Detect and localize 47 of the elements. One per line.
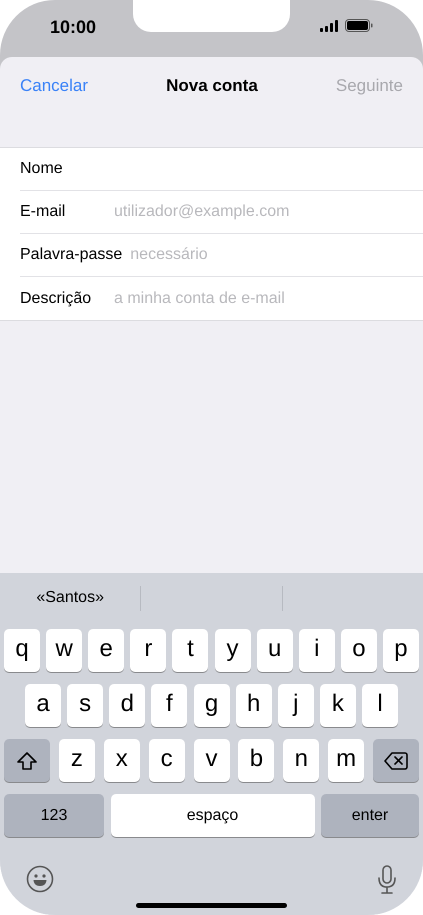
key[interactable]: l [362, 684, 398, 727]
field-label: Descrição [20, 288, 92, 308]
key[interactable]: t [172, 629, 208, 672]
input-field[interactable]: a minha conta de e-mail [114, 286, 423, 310]
key[interactable]: f [151, 684, 188, 727]
key[interactable]: h [236, 684, 272, 727]
key[interactable]: i [298, 629, 335, 672]
battery-icon [345, 19, 373, 32]
space-key[interactable]: espaço [110, 794, 314, 837]
emoji-icon[interactable] [26, 865, 54, 893]
key[interactable]: b [238, 739, 274, 782]
key[interactable]: g [194, 684, 230, 727]
key[interactable]: r [130, 629, 166, 672]
key[interactable]: o [340, 629, 377, 672]
key[interactable]: p [382, 629, 419, 672]
field-label: Palavra-passe [20, 245, 122, 265]
input-field[interactable]: utilizador@example.com [114, 200, 423, 224]
key[interactable]: d [109, 684, 146, 727]
screen-title: Nova conta [166, 74, 258, 97]
suggestion[interactable]: «Santos» [36, 586, 104, 610]
key[interactable]: n [283, 739, 320, 782]
status-time: 10:00 [50, 16, 96, 39]
key[interactable]: y [214, 629, 251, 672]
key[interactable]: x [104, 739, 140, 782]
key[interactable]: c [148, 739, 185, 782]
key[interactable]: k [320, 684, 356, 727]
delete-key[interactable] [373, 739, 419, 782]
key[interactable]: u [256, 629, 293, 672]
field-label: E-mail [20, 202, 66, 222]
key[interactable]: s [67, 684, 104, 727]
key[interactable]: v [194, 739, 230, 782]
field-label: Nome [20, 159, 64, 179]
numbers-key[interactable]: 123 [4, 794, 104, 837]
enter-key[interactable]: enter [321, 794, 419, 837]
delete-icon [384, 752, 408, 770]
shift-key[interactable] [4, 739, 50, 782]
key[interactable]: q [4, 629, 40, 672]
microphone-icon[interactable] [377, 865, 397, 895]
key[interactable]: a [25, 684, 61, 727]
key[interactable]: m [328, 739, 364, 782]
shift-icon [16, 750, 38, 770]
key[interactable]: e [88, 629, 124, 672]
key[interactable]: z [58, 739, 95, 782]
signal-icon [320, 20, 339, 32]
input-field[interactable]: necessário [130, 243, 423, 267]
key[interactable]: w [46, 629, 82, 672]
key[interactable]: j [278, 684, 314, 727]
